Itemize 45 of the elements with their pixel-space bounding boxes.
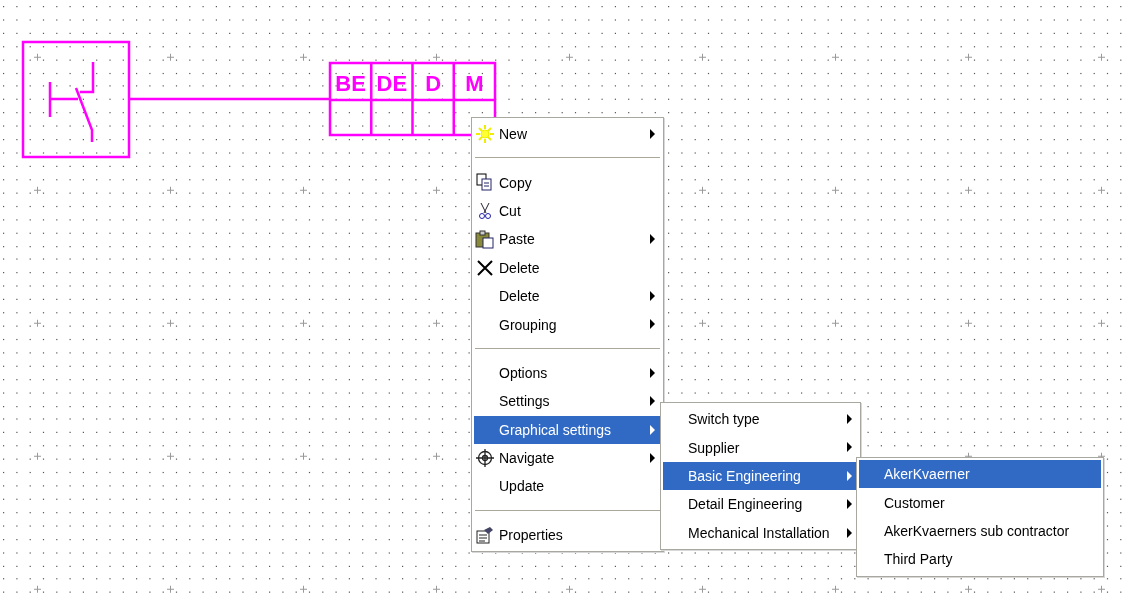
submenu-arrow-icon	[650, 452, 655, 463]
submenu-arrow-icon	[650, 129, 655, 139]
menu-item[interactable]: Customer	[859, 488, 1101, 517]
submenu-arrow-icon	[650, 290, 655, 301]
menu-item[interactable]: AkerKvaerner	[859, 460, 1101, 489]
menu-item[interactable]: Properties	[474, 520, 661, 550]
submenu-arrow-icon	[847, 527, 852, 538]
menu-item[interactable]: Options	[474, 358, 661, 388]
table-header: BE	[335, 71, 366, 96]
menu-item[interactable]: Delete	[474, 281, 661, 311]
copy-icon	[475, 172, 495, 193]
menu-item[interactable]: Graphical settings	[474, 415, 661, 444]
menu-item[interactable]: Mechanical Installation	[663, 518, 858, 547]
sun-icon	[475, 124, 495, 144]
menu-item[interactable]: Supplier	[663, 433, 858, 462]
submenu-arrow-icon	[650, 319, 655, 330]
menu-item[interactable]: Cut	[474, 196, 661, 226]
cross-icon	[475, 257, 495, 278]
submenu-arrow-icon	[650, 396, 655, 407]
table-header: M	[465, 71, 484, 96]
table-header: DE	[376, 71, 408, 96]
menu-item[interactable]: Switch type	[663, 405, 858, 434]
submenu-arrow-icon	[847, 442, 852, 453]
clipboard-icon	[475, 229, 495, 250]
menu-item[interactable]: AkerKvaerners sub contractor	[859, 516, 1101, 546]
submenu-arrow-icon	[650, 234, 655, 245]
menu-item[interactable]: Grouping	[474, 310, 661, 339]
menu-item[interactable]: Settings	[474, 387, 661, 416]
submenu-arrow-icon	[847, 414, 852, 424]
menu-item[interactable]: Update	[474, 472, 661, 501]
menu-item[interactable]: Paste	[474, 225, 661, 254]
submenu-arrow-icon	[847, 499, 852, 510]
submenu-arrow-icon	[650, 424, 655, 435]
table-header: D	[425, 71, 442, 96]
menu-item[interactable]: Basic Engineering	[663, 461, 858, 491]
menu-item[interactable]: Navigate	[474, 443, 661, 473]
menu-item[interactable]: Copy	[474, 168, 661, 197]
crosshair-icon	[475, 447, 495, 468]
properties-icon	[475, 524, 495, 545]
menu-item[interactable]: Third Party	[859, 545, 1101, 574]
submenu-arrow-icon	[847, 470, 852, 481]
submenu-arrow-icon	[650, 367, 655, 378]
menu-item[interactable]: Delete	[474, 253, 661, 282]
menu-item[interactable]: Detail Engineering	[663, 490, 858, 519]
menu-item[interactable]: New	[474, 120, 661, 149]
